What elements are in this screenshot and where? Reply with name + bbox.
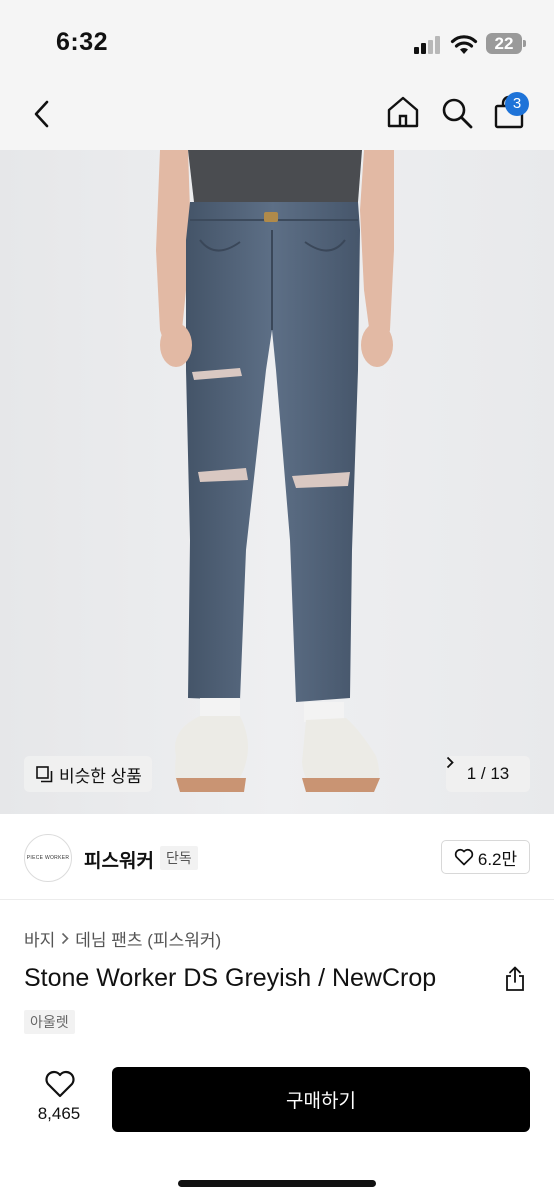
- home-indicator: [178, 1180, 376, 1187]
- breadcrumb: 바지 데님 팬츠 (피스워커): [24, 926, 221, 951]
- status-bar: 6:32 22: [0, 0, 554, 80]
- chevron-right-icon: [446, 756, 454, 769]
- heart-icon: [454, 848, 474, 866]
- breadcrumb-subcategory[interactable]: 데님 팬츠 (피스워커): [75, 926, 221, 951]
- product-title: Stone Worker DS Greyish / NewCrop: [24, 964, 437, 992]
- cart-count-badge: 3: [505, 92, 529, 116]
- heart-icon: [45, 1070, 75, 1098]
- image-pager[interactable]: 1 / 13: [446, 756, 530, 792]
- search-icon[interactable]: [440, 94, 474, 130]
- buy-button[interactable]: 구매하기: [112, 1067, 530, 1132]
- product-image[interactable]: 비슷한 상품 1 / 13: [0, 150, 554, 814]
- nav-bar: 3: [0, 80, 554, 150]
- similar-items-label: 비슷한 상품: [59, 766, 142, 786]
- favorite-count: 8,465: [37, 1104, 81, 1123]
- brand-like-count: 6.2만: [477, 849, 518, 869]
- breadcrumb-category[interactable]: 바지: [24, 926, 55, 951]
- exclusive-badge: 단독: [160, 846, 198, 870]
- similar-items-icon: [36, 765, 53, 782]
- favorite-button[interactable]: 8,465: [24, 1068, 94, 1132]
- battery-indicator: 22: [486, 33, 522, 54]
- share-icon[interactable]: [504, 966, 526, 992]
- brand-row: PIECE WORKER 피스워커 단독 6.2만: [0, 814, 554, 900]
- pager-text: 1 / 13: [466, 764, 510, 783]
- product-photo: [0, 150, 554, 814]
- wifi-icon: [450, 35, 478, 54]
- similar-items-button[interactable]: 비슷한 상품: [24, 756, 152, 792]
- brand-like-button[interactable]: 6.2만: [441, 840, 530, 874]
- chevron-right-icon: [62, 932, 69, 945]
- status-time: 6:32: [56, 28, 109, 56]
- brand-name[interactable]: 피스워커: [84, 846, 154, 873]
- home-icon[interactable]: [386, 94, 420, 130]
- back-icon[interactable]: [28, 96, 56, 132]
- cellular-signal-icon: [414, 36, 442, 54]
- battery-cap: [523, 40, 526, 47]
- outlet-badge: 아울렛: [24, 1010, 75, 1034]
- brand-logo[interactable]: PIECE WORKER: [24, 834, 72, 882]
